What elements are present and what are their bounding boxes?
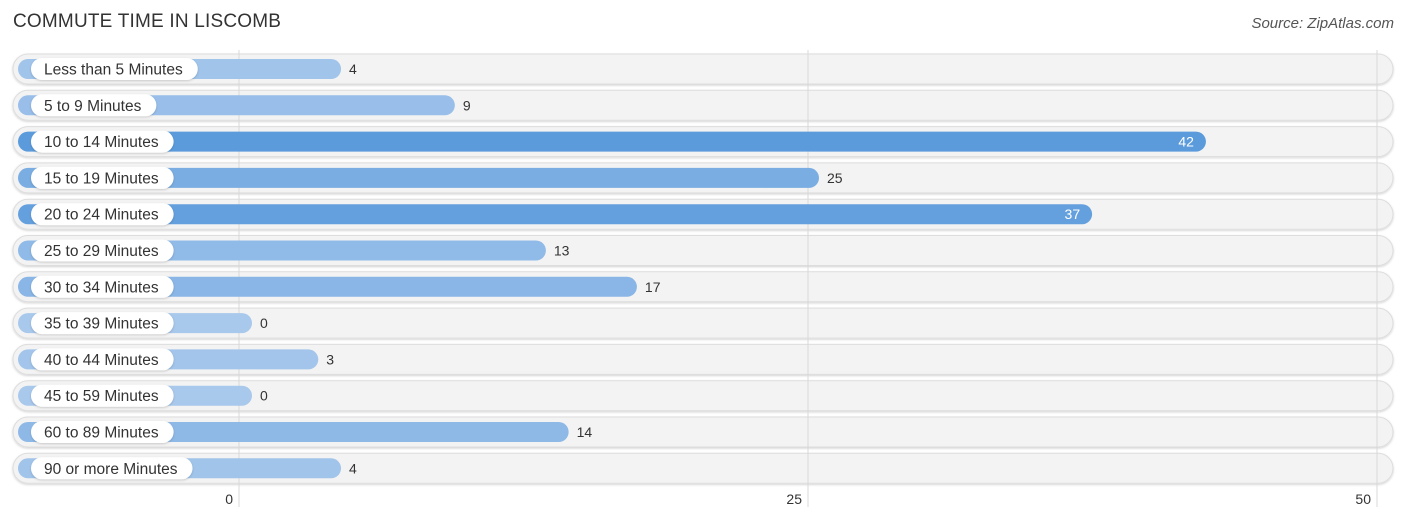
category-label: 25 to 29 Minutes (44, 243, 159, 260)
value-label: 14 (577, 424, 593, 440)
value-label: 9 (463, 97, 471, 113)
category-label: 60 to 89 Minutes (44, 425, 159, 442)
x-tick-label: 50 (1355, 491, 1371, 507)
value-label: 3 (326, 351, 334, 367)
value-label: 0 (260, 388, 268, 404)
bar (18, 204, 1093, 225)
category-label: 15 to 19 Minutes (44, 170, 159, 187)
value-label: 0 (260, 315, 268, 331)
bar (18, 131, 1206, 152)
category-label: 45 to 59 Minutes (44, 388, 159, 405)
category-label: 35 to 39 Minutes (44, 316, 159, 333)
category-label: 10 to 14 Minutes (44, 134, 159, 151)
value-label: 37 (1065, 206, 1081, 222)
value-label: 13 (554, 243, 570, 259)
x-tick-label: 25 (786, 491, 802, 507)
category-label: 5 to 9 Minutes (44, 98, 142, 115)
value-label: 17 (645, 279, 661, 295)
category-label: 40 to 44 Minutes (44, 352, 159, 369)
x-tick-label: 0 (225, 491, 233, 507)
value-label: 4 (349, 460, 357, 476)
bar-chart: Less than 5 Minutes 4 5 to 9 Minutes 9 10 to… (12, 50, 1394, 507)
value-label: 42 (1178, 134, 1194, 150)
category-label: 90 or more Minutes (44, 461, 178, 478)
category-label: Less than 5 Minutes (44, 62, 183, 79)
value-label: 25 (827, 170, 843, 186)
category-label: 30 to 34 Minutes (44, 279, 159, 296)
category-label: 20 to 24 Minutes (44, 207, 159, 224)
value-label: 4 (349, 61, 357, 77)
